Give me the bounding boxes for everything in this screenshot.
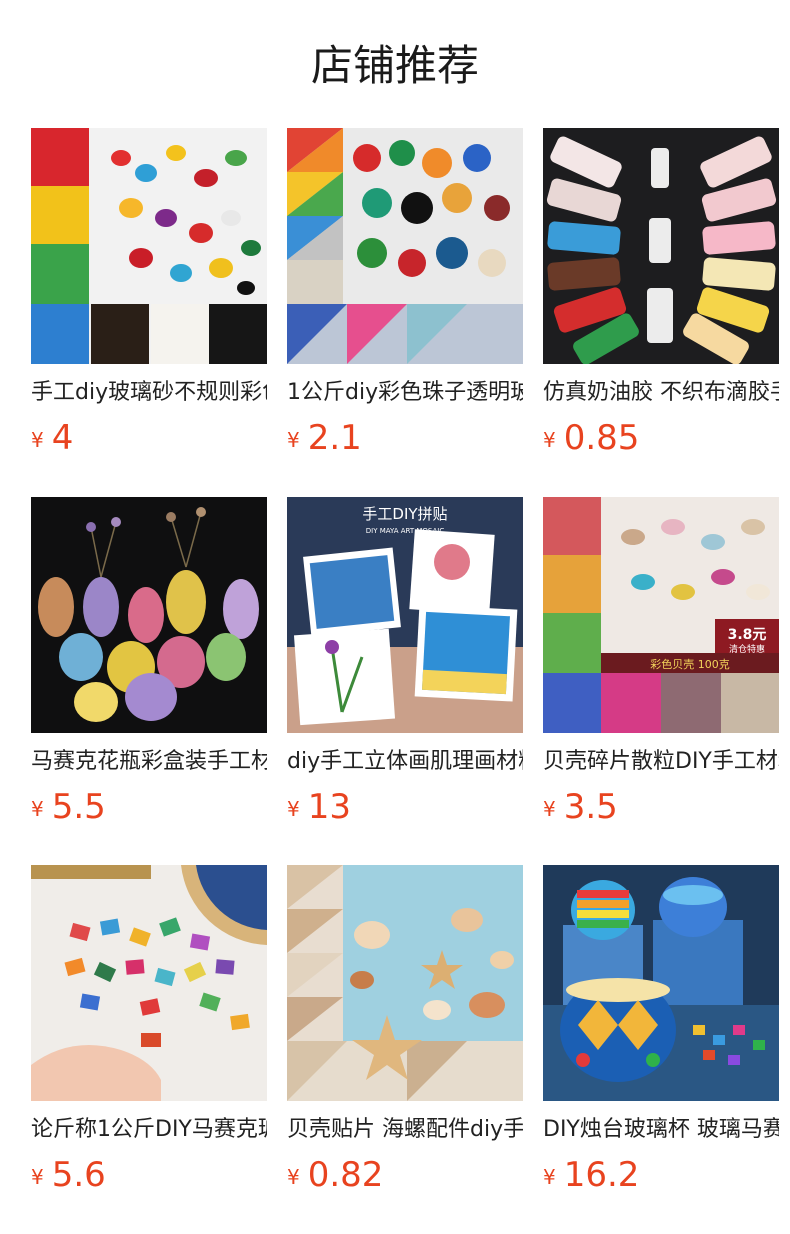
- product-card[interactable]: 马赛克花瓶彩盒装手工材料包 ¥5.5: [31, 497, 267, 833]
- banner-text: 手工DIY拼贴: [362, 505, 447, 523]
- product-card[interactable]: 1公斤diy彩色珠子透明玻璃珠 ¥2.1: [287, 128, 523, 464]
- product-price: ¥13: [287, 787, 351, 827]
- product-name[interactable]: 贝壳碎片散粒DIY手工材料: [543, 747, 779, 777]
- page-title: 店铺推荐: [310, 41, 479, 90]
- shell-chips-image[interactable]: 3.8元 清仓特惠 彩色贝壳 100克: [543, 497, 779, 733]
- glass-marbles-image[interactable]: [287, 128, 523, 364]
- product-name[interactable]: diy手工立体画肌理画材料包: [287, 747, 523, 777]
- product-price: ¥0.82: [287, 1155, 384, 1195]
- seashells-starfish-image[interactable]: [287, 865, 523, 1101]
- product-card[interactable]: 手工diy玻璃砂不规则彩色碎石 ¥4: [31, 128, 267, 464]
- product-price: ¥3.5: [543, 787, 618, 827]
- product-card[interactable]: 贝壳贴片 海螺配件diy手工 ¥0.82: [287, 865, 523, 1201]
- product-card[interactable]: 3.8元 清仓特惠 彩色贝壳 100克 贝壳碎片散粒DIY手工材料 ¥3.5: [543, 497, 779, 833]
- product-price: ¥5.5: [31, 787, 106, 827]
- mosaic-tiles-image[interactable]: [31, 865, 267, 1101]
- product-card[interactable]: 手工DIY拼贴 DIY MAYA ART MOSAIC diy手工立体画肌理画材…: [287, 497, 523, 833]
- product-card[interactable]: DIY烛台玻璃杯 玻璃马赛克 ¥16.2: [543, 865, 779, 1201]
- product-name[interactable]: 仿真奶油胶 不织布滴胶手工材料: [543, 378, 779, 408]
- badge-price: 3.8元: [728, 627, 767, 643]
- product-price: ¥2.1: [287, 418, 362, 458]
- product-name[interactable]: 1公斤diy彩色珠子透明玻璃珠: [287, 378, 523, 408]
- strip-text: 彩色贝壳 100克: [650, 657, 730, 671]
- product-name[interactable]: 论斤称1公斤DIY马赛克玻璃: [31, 1115, 267, 1145]
- product-price: ¥5.6: [31, 1155, 106, 1195]
- mosaic-vases-image[interactable]: [31, 497, 267, 733]
- product-card[interactable]: 论斤称1公斤DIY马赛克玻璃 ¥5.6: [31, 865, 267, 1201]
- product-price: ¥0.85: [543, 418, 640, 458]
- product-price: ¥16.2: [543, 1155, 640, 1195]
- candle-holder-image[interactable]: [543, 865, 779, 1101]
- product-card[interactable]: 仿真奶油胶 不织布滴胶手工材料 ¥0.85: [543, 128, 779, 464]
- glass-pebbles-image[interactable]: [31, 128, 267, 364]
- product-price: ¥4: [31, 418, 74, 458]
- cream-glue-tubes-image[interactable]: [543, 128, 779, 364]
- product-name[interactable]: 贝壳贴片 海螺配件diy手工: [287, 1115, 523, 1145]
- mosaic-paintings-image[interactable]: 手工DIY拼贴 DIY MAYA ART MOSAIC: [287, 497, 523, 733]
- product-name[interactable]: 手工diy玻璃砂不规则彩色碎石: [31, 378, 267, 408]
- product-name[interactable]: DIY烛台玻璃杯 玻璃马赛克: [543, 1115, 779, 1145]
- product-name[interactable]: 马赛克花瓶彩盒装手工材料包: [31, 747, 267, 777]
